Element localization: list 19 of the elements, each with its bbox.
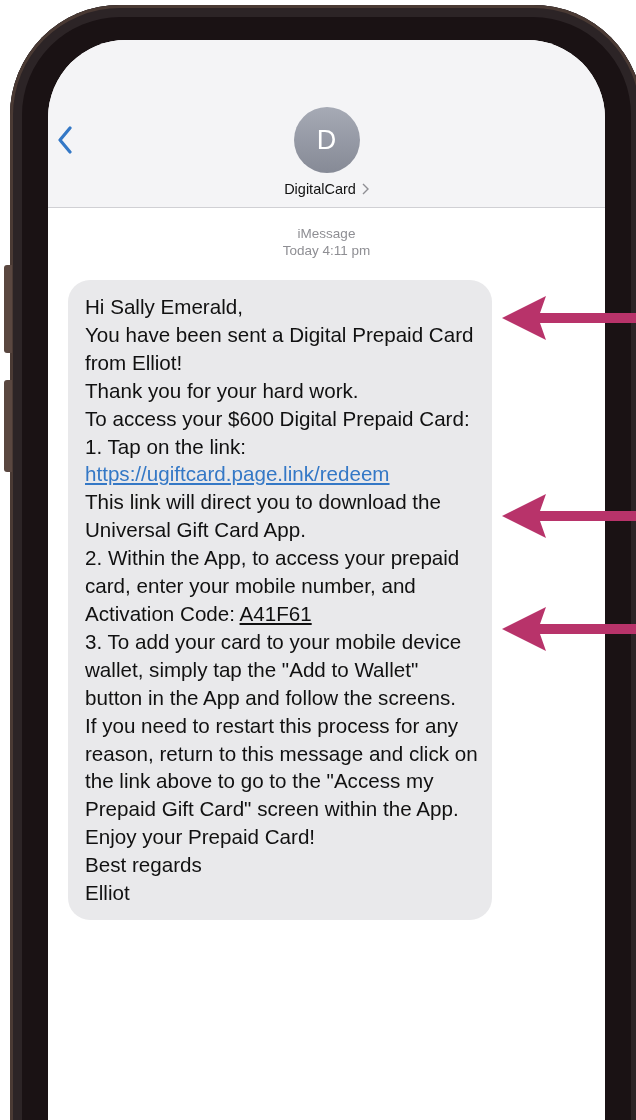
message-text: If you need to restart this process for any reason, return to this message and click on the link above to go to the "Access my Prepaid Gift Card" screen within the App. [85, 712, 478, 823]
message-text: 1. Tap on the link: https://ugiftcard.page.link/redeem [85, 433, 391, 488]
activation-code[interactable]: A41F61 [239, 601, 312, 625]
message-text: Elliot [85, 880, 131, 907]
redeem-link[interactable]: https://ugiftcard.page.link/redeem [85, 462, 390, 486]
message-text: Thank you for your hard work. [85, 377, 360, 404]
contact-name[interactable]: DigitalCard [284, 181, 356, 197]
message-text: 3. To add your card to your mobile device wallet, simply tap the "Add to Wallet" button in the App and follow the screens. [85, 628, 463, 711]
message-text: To access your $600 Digital Prepaid Card: [85, 405, 471, 432]
message-text: You have been sent a Digital Prepaid Card from Elliot! [85, 321, 475, 376]
message-text: Enjoy your Prepaid Card! [85, 824, 317, 851]
message-text: Hi Sally Emerald, [85, 294, 244, 320]
message-text: 2. Within the App, to access your prepaid card, enter your mobile number, and Activation Code: A41F61 [85, 545, 461, 627]
message-text: This link will direct you to download the Universal Gift Card App. [85, 489, 442, 544]
message-time: Today 4:11 pm [282, 242, 371, 259]
back-icon[interactable] [57, 126, 73, 154]
service-label: iMessage [297, 225, 356, 242]
chevron-icon [361, 183, 369, 195]
message-text: Best regards [85, 852, 203, 879]
